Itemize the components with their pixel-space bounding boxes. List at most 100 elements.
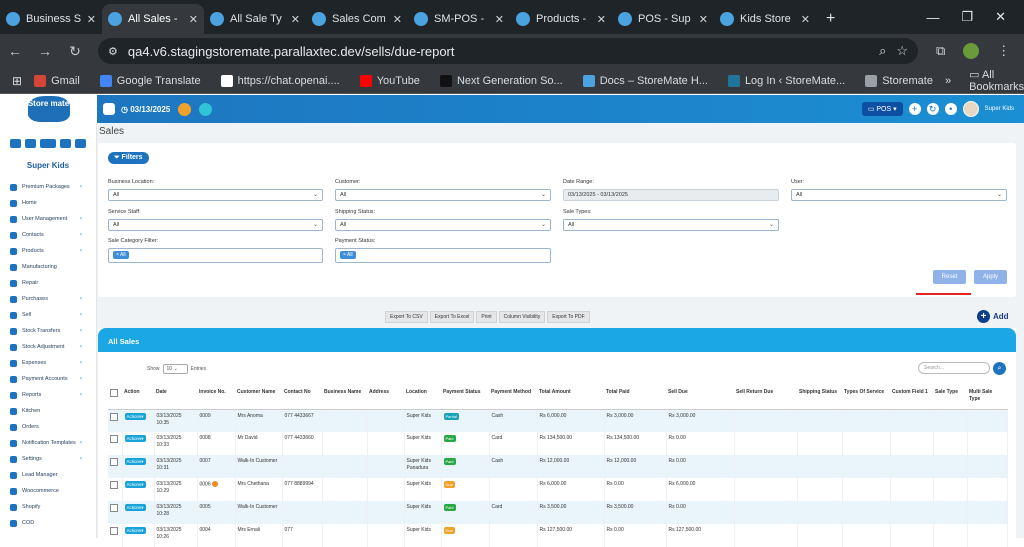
add-button[interactable]: + Add [977,310,1009,323]
storemate-logo[interactable]: Store mate [27,96,70,122]
forward-icon[interactable]: → [30,43,60,59]
row-checkbox[interactable] [110,527,118,535]
address-bar[interactable]: ⚙ qa4.v6.stagingstoremate.parallaxtec.de… [98,38,918,64]
column-header[interactable]: Date [154,387,197,410]
profile-icon[interactable] [963,43,980,59]
bookmark-item[interactable]: Docs – StoreMate H... [575,74,716,87]
service-staff-select[interactable]: All ⌄ [108,219,323,231]
payment-status-badge[interactable]: Paid [443,504,456,511]
sidebar-item[interactable]: Woocommerce [0,483,96,499]
sidebar-item[interactable]: Orders [0,419,96,435]
business-location-select[interactable]: All ⌄ [108,189,323,201]
calculator-icon[interactable] [10,139,21,148]
close-window-icon[interactable]: ✕ [995,9,1006,25]
reload-icon[interactable]: ↻ [60,43,90,60]
payment-status-chip[interactable]: × All [340,251,356,259]
sidebar-item[interactable]: User Management ‹ [0,211,96,227]
row-checkbox[interactable] [110,481,118,489]
user-name[interactable]: Super Kids [985,106,1014,112]
sidebar-item[interactable]: Manufacturing [0,259,96,275]
chart-icon[interactable] [40,139,56,148]
sale-category-chip[interactable]: × All [113,251,129,259]
minimize-icon[interactable]: — [926,10,939,25]
table-row[interactable]: Actions▾ 03/13/2025 10:33 0008 Mr David 077 … [108,432,1008,455]
browser-tab[interactable]: Kids Store ✕ [714,4,816,34]
column-header[interactable]: Sell Due [666,387,734,410]
extensions-icon[interactable]: ⧉ [936,43,945,59]
sidebar-item[interactable]: Reports ‹ [0,387,96,403]
close-tab-icon[interactable]: ✕ [495,13,504,26]
actions-button[interactable]: Actions▾ [124,435,146,442]
refresh-icon[interactable]: ↻ [926,103,939,115]
export-excel-button[interactable]: Export To Excel [429,311,475,323]
bookmark-item[interactable]: https://chat.openai.... [213,74,348,87]
avatar[interactable] [962,101,979,117]
payment-status-select[interactable]: × All [335,248,551,263]
filters-toggle-button[interactable]: ⏷ Filters [108,152,149,164]
column-header[interactable]: Shipping Status [797,387,842,410]
column-header[interactable]: Invoice No. [197,387,235,410]
quick-tool-icon[interactable] [178,102,192,116]
document-icon[interactable] [25,139,36,148]
date-range-input[interactable]: 03/13/2025 - 03/13/2025 [563,189,779,201]
user-select[interactable]: All ⌄ [791,189,1007,201]
browser-tab[interactable]: All Sales - ✕ [102,4,204,34]
sidebar-item[interactable]: Payment Accounts ‹ [0,371,96,387]
column-header[interactable]: Total Amount [537,387,604,410]
sidebar-item[interactable]: Kitchen [0,403,96,419]
export-csv-button[interactable]: Export To CSV [385,311,428,323]
sidebar-item[interactable]: Repair [0,275,96,291]
sidebar-item[interactable]: Premium Packages ‹ [0,179,96,195]
column-header[interactable]: Contact No [282,387,322,410]
column-header[interactable]: Custom Field 1 [890,387,933,410]
browser-tab[interactable]: Products - ✕ [510,4,612,34]
column-header[interactable] [108,387,122,410]
invoice-number[interactable]: 0005 [200,504,211,510]
entries-select[interactable]: 10 ⌄ [162,364,188,374]
sidebar-item[interactable]: Notification Templates ‹ [0,435,96,451]
export-pdf-button[interactable]: Export To PDF [547,311,590,323]
browser-tab[interactable]: Business S ✕ [0,4,102,34]
actions-button[interactable]: Actions▾ [124,504,146,511]
notification-bell-icon[interactable]: • [944,103,957,115]
sidebar-item[interactable]: Lead Manager [0,467,96,483]
sidebar-item[interactable]: Settings ‹ [0,451,96,467]
apply-button[interactable]: Apply [974,270,1007,284]
table-row[interactable]: Actions▾ 03/13/2025 10:28 0005 Walk-In Cust… [108,501,1008,524]
payment-status-badge[interactable]: Due [443,527,455,534]
sidebar-item[interactable]: Shopify [0,499,96,515]
bookmark-item[interactable]: YouTube [352,74,428,87]
column-visibility-button[interactable]: Column Visibility [498,311,546,323]
table-row[interactable]: Actions▾ 03/13/2025 10:31 0007 Walk-In Cust… [108,455,1008,478]
sync-icon[interactable] [199,102,213,116]
zoom-icon[interactable]: ⌕ [879,43,886,59]
close-tab-icon[interactable]: ✕ [291,13,300,26]
actions-button[interactable]: Actions▾ [124,412,146,420]
bookmark-item[interactable]: Gmail [26,74,88,87]
sidebar-item[interactable]: Products ‹ [0,243,96,259]
payment-status-badge[interactable]: Due [443,481,455,488]
row-checkbox[interactable] [110,435,118,443]
sidebar-item[interactable]: Stock Adjustment ‹ [0,339,96,355]
row-checkbox[interactable] [110,458,118,466]
restore-icon[interactable]: ❐ [961,9,973,25]
logo-area[interactable]: Store mate [0,95,97,123]
select-all-checkbox[interactable] [110,389,118,397]
close-tab-icon[interactable]: ✕ [87,13,96,26]
payment-status-badge[interactable]: Partial [443,412,459,420]
sidebar-item[interactable]: Stock Transfers ‹ [0,323,96,339]
close-tab-icon[interactable]: ✕ [597,13,606,26]
close-tab-icon[interactable]: ✕ [189,13,198,26]
url-text[interactable]: qa4.v6.stagingstoremate.parallaxtec.dev/… [128,44,869,59]
print-button[interactable]: Print [476,311,497,323]
invoice-number[interactable]: 0006 [200,481,211,487]
search-icon[interactable]: ⌕ [993,362,1006,375]
customer-select[interactable]: All ⌄ [335,189,551,201]
actions-button[interactable]: Actions▾ [124,458,146,465]
close-tab-icon[interactable]: ✕ [393,13,402,26]
add-circle-icon[interactable]: + [908,103,921,115]
row-checkbox[interactable] [110,504,118,512]
back-icon[interactable]: ← [0,43,30,59]
browser-tab[interactable]: All Sale Ty ✕ [204,4,306,34]
column-header[interactable]: Location [404,387,441,410]
